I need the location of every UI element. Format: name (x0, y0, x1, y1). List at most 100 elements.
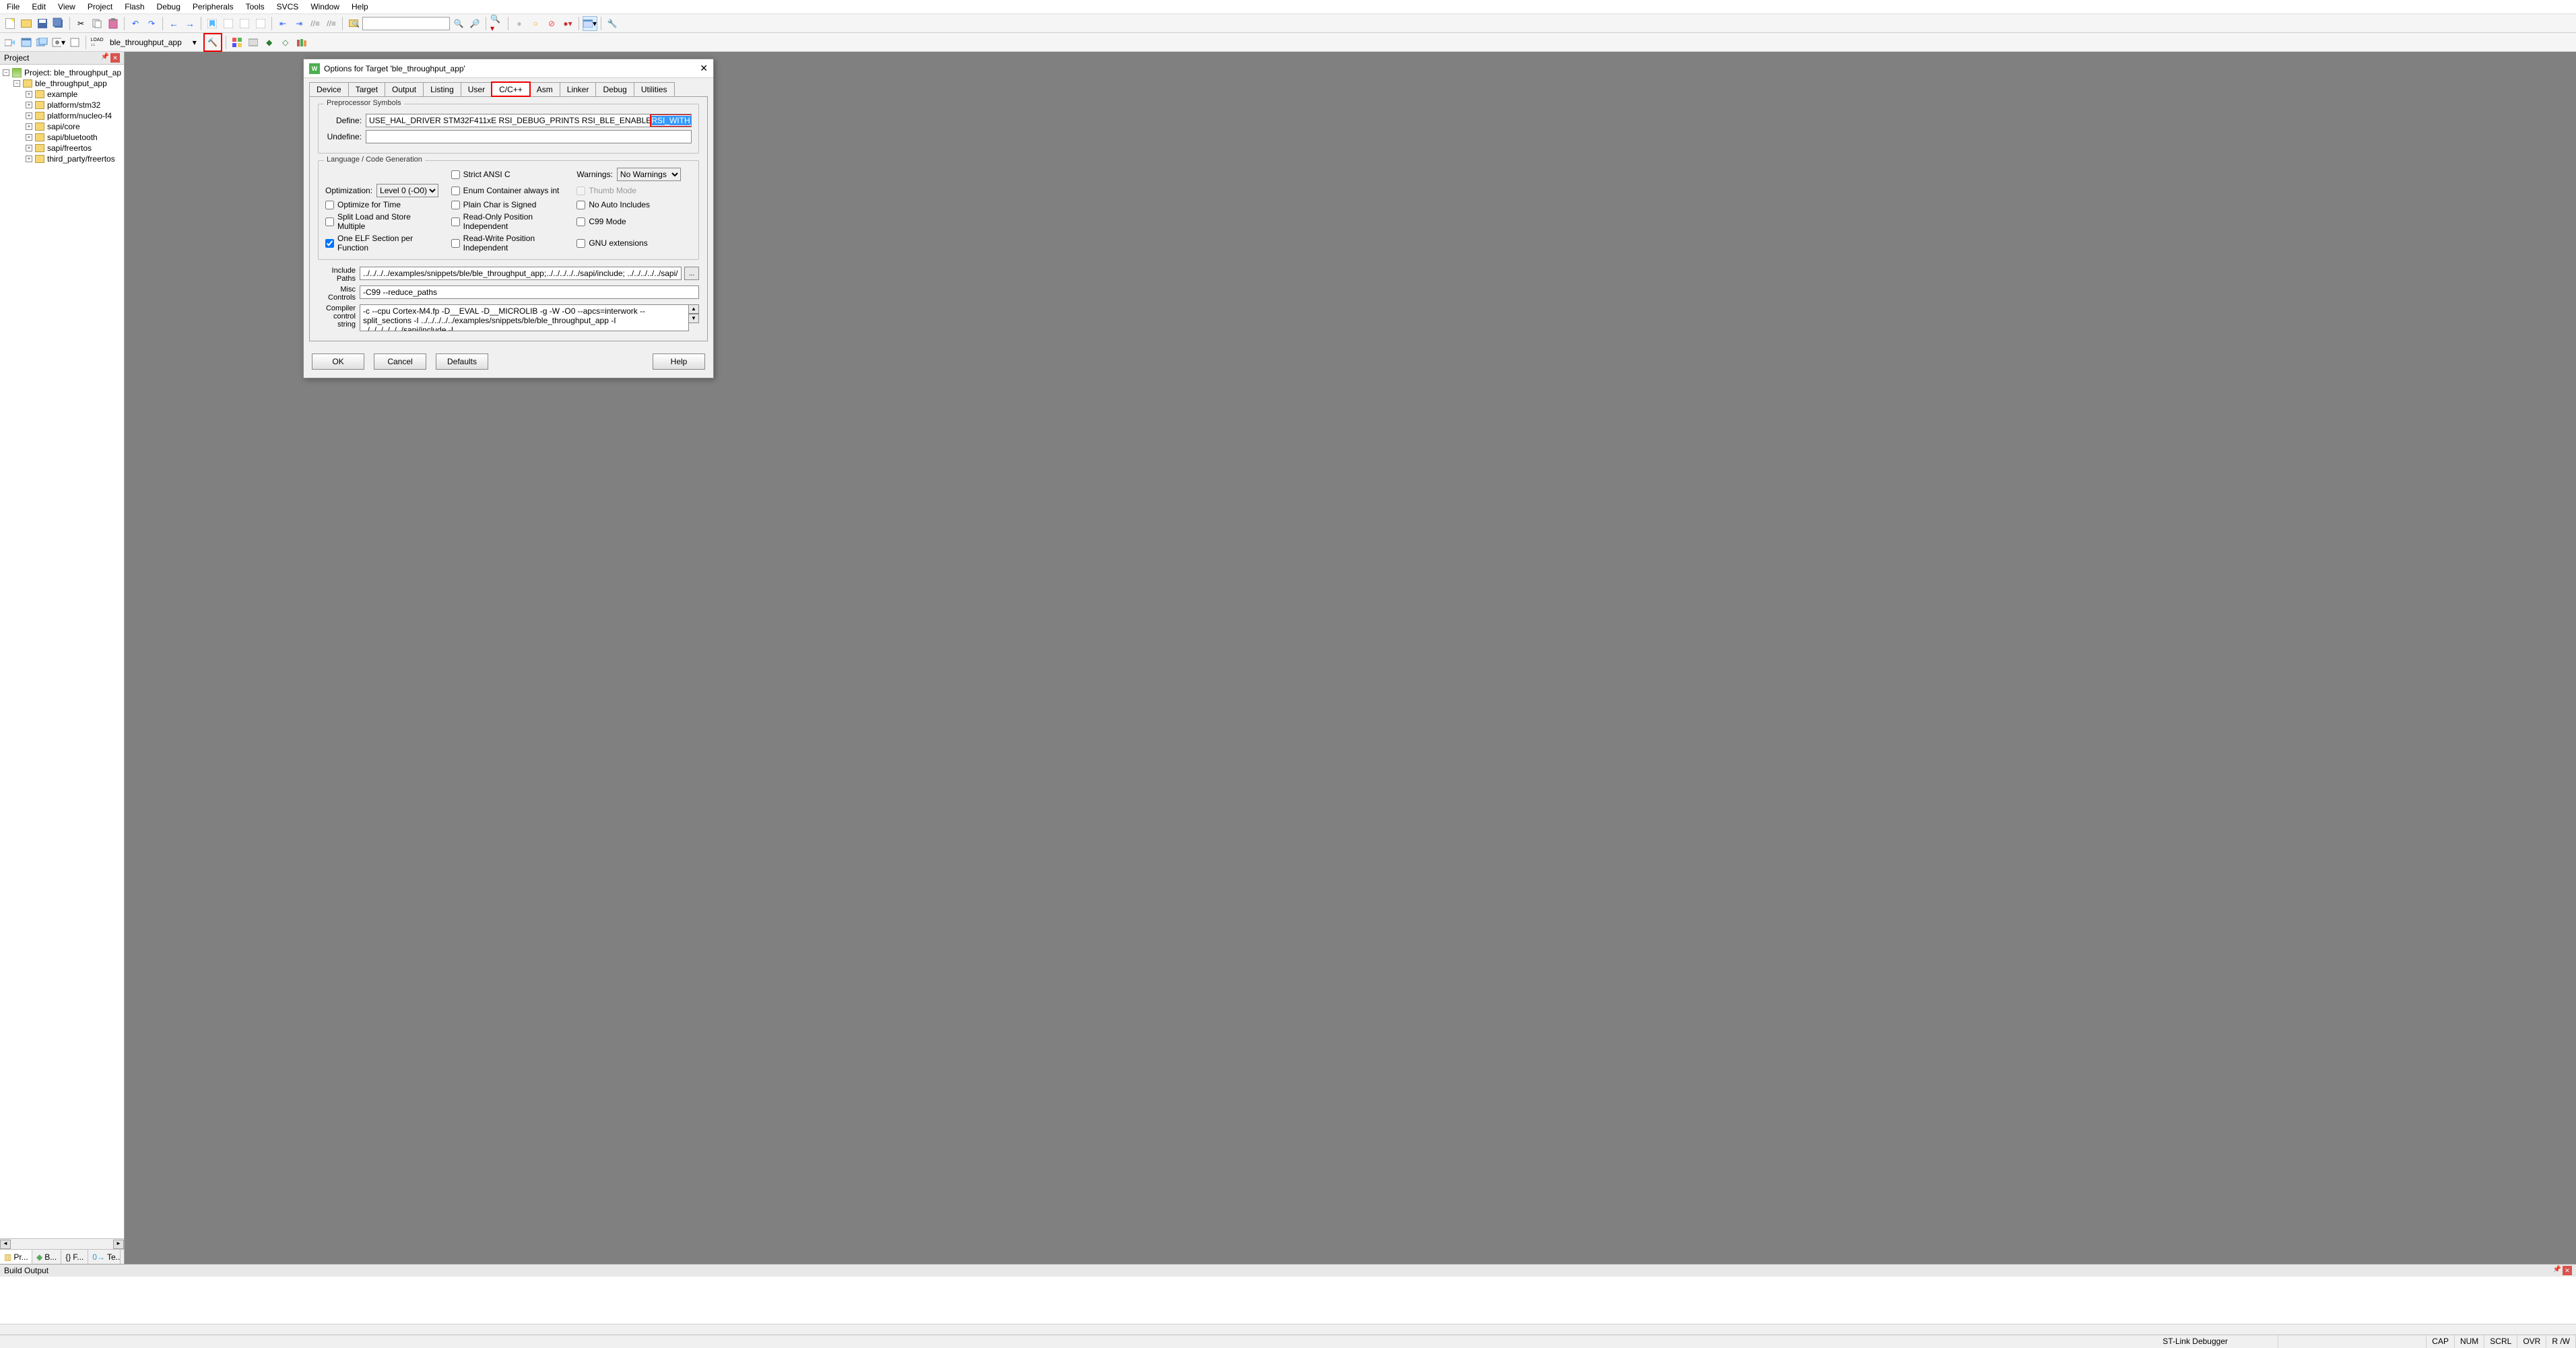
tab-project[interactable]: ▥Pr... (0, 1250, 32, 1264)
menu-project[interactable]: Project (88, 2, 112, 11)
tab-ccpp[interactable]: C/C++ (492, 82, 530, 96)
tree-folder[interactable]: +sapi/bluetooth (1, 132, 123, 143)
define-input[interactable]: USE_HAL_DRIVER STM32F411xE RSI_DEBUG_PRI… (366, 114, 692, 127)
cut-icon[interactable]: ✂ (73, 16, 88, 31)
find-icon[interactable]: 🔍 (451, 16, 466, 31)
menu-flash[interactable]: Flash (125, 2, 144, 11)
breakpoint-list-icon[interactable]: ●▾ (560, 16, 575, 31)
nav-forward-icon[interactable]: → (183, 16, 197, 31)
bookmark-next-icon[interactable] (237, 16, 252, 31)
bookmark-clear-icon[interactable] (253, 16, 268, 31)
breakpoint-kill-icon[interactable]: ⊘ (544, 16, 559, 31)
include-paths-browse-button[interactable]: ... (684, 267, 699, 280)
save-all-icon[interactable] (51, 16, 66, 31)
menu-edit[interactable]: Edit (32, 2, 46, 11)
close-panel-icon[interactable]: ✕ (2563, 1266, 2572, 1275)
plain-char-checkbox[interactable]: Plain Char is Signed (451, 200, 566, 209)
tree-hscroll[interactable]: ◄ ► (0, 1238, 124, 1249)
build-icon[interactable] (19, 35, 34, 50)
tab-user[interactable]: User (461, 82, 492, 96)
stop-build-icon[interactable] (67, 35, 82, 50)
menu-debug[interactable]: Debug (157, 2, 180, 11)
tab-asm[interactable]: Asm (529, 82, 560, 96)
tree-folder[interactable]: +platform/nucleo-f4 (1, 110, 123, 121)
tab-templates[interactable]: 0→Te... (88, 1250, 121, 1264)
redo-icon[interactable]: ↷ (144, 16, 159, 31)
save-icon[interactable] (35, 16, 50, 31)
project-tree[interactable]: −Project: ble_throughput_ap −ble_through… (0, 65, 124, 1238)
new-file-icon[interactable] (3, 16, 18, 31)
bookmark-prev-icon[interactable] (221, 16, 236, 31)
close-panel-icon[interactable]: ✕ (110, 53, 120, 63)
bookmark-toggle-icon[interactable] (205, 16, 220, 31)
scroll-down-icon[interactable]: ▼ (688, 314, 699, 323)
tab-debug[interactable]: Debug (595, 82, 634, 96)
menu-tools[interactable]: Tools (246, 2, 265, 11)
indent-right-icon[interactable]: ⇥ (292, 16, 306, 31)
books-icon[interactable] (294, 35, 309, 50)
scroll-up-icon[interactable]: ▲ (688, 304, 699, 314)
tab-output[interactable]: Output (385, 82, 424, 96)
gnu-extensions-checkbox[interactable]: GNU extensions (576, 238, 692, 248)
tab-books[interactable]: ◆B... (32, 1250, 61, 1264)
menu-peripherals[interactable]: Peripherals (193, 2, 234, 11)
pin-icon[interactable]: 📌 (2553, 1266, 2561, 1275)
misc-controls-input[interactable] (360, 285, 699, 299)
scroll-right-icon[interactable]: ► (113, 1240, 124, 1249)
copy-icon[interactable] (90, 16, 104, 31)
nav-back-icon[interactable]: ← (166, 16, 181, 31)
pin-icon[interactable]: 📌 (101, 53, 109, 63)
ok-button[interactable]: OK (312, 353, 364, 370)
tree-folder[interactable]: +sapi/freertos (1, 143, 123, 154)
menu-help[interactable]: Help (352, 2, 368, 11)
breakpoint-disable-icon[interactable]: ● (512, 16, 527, 31)
tree-folder[interactable]: +third_party/freertos (1, 154, 123, 164)
c99-mode-checkbox[interactable]: C99 Mode (576, 217, 692, 226)
help-button[interactable]: Help (653, 353, 705, 370)
dialog-close-icon[interactable]: ✕ (700, 63, 708, 74)
build-output-hscroll[interactable] (0, 1324, 2576, 1335)
menu-window[interactable]: Window (310, 2, 339, 11)
undo-icon[interactable]: ↶ (128, 16, 143, 31)
target-dropdown-icon[interactable]: ▾ (187, 35, 202, 50)
tab-utilities[interactable]: Utilities (634, 82, 675, 96)
tab-functions[interactable]: {}F... (61, 1250, 88, 1264)
configure-icon[interactable]: 🔧 (605, 16, 620, 31)
paste-icon[interactable] (106, 16, 121, 31)
comment-icon[interactable]: //≡ (308, 16, 323, 31)
manage-components-icon[interactable] (230, 35, 244, 50)
split-load-checkbox[interactable]: Split Load and Store Multiple (325, 212, 440, 231)
one-elf-checkbox[interactable]: One ELF Section per Function (325, 234, 440, 252)
menu-view[interactable]: View (58, 2, 75, 11)
target-options-icon[interactable]: 🔨 (205, 35, 220, 50)
tree-folder[interactable]: +sapi/core (1, 121, 123, 132)
window-layout-icon[interactable]: ▾ (583, 16, 597, 31)
ro-position-checkbox[interactable]: Read-Only Position Independent (451, 212, 566, 231)
find-in-files-icon[interactable]: 🔍 (346, 16, 361, 31)
tree-folder[interactable]: +example (1, 89, 123, 100)
strict-ansi-checkbox[interactable]: Strict ANSI C (451, 170, 566, 179)
dialog-titlebar[interactable]: W Options for Target 'ble_throughput_app… (304, 59, 713, 78)
menu-file[interactable]: File (7, 2, 20, 11)
menu-svcs[interactable]: SVCS (277, 2, 299, 11)
manage-rte-icon[interactable]: ◇ (278, 35, 293, 50)
pack-installer-icon[interactable]: ◆ (262, 35, 277, 50)
tree-root[interactable]: −Project: ble_throughput_ap (1, 67, 123, 78)
incremental-find-icon[interactable]: 🔎 (467, 16, 482, 31)
no-auto-includes-checkbox[interactable]: No Auto Includes (576, 200, 692, 209)
rebuild-icon[interactable] (35, 35, 50, 50)
tree-folder[interactable]: +platform/stm32 (1, 100, 123, 110)
open-file-icon[interactable] (19, 16, 34, 31)
compiler-string-scroll[interactable]: ▲▼ (688, 304, 699, 323)
tab-linker[interactable]: Linker (560, 82, 597, 96)
optimize-time-checkbox[interactable]: Optimize for Time (325, 200, 440, 209)
compiler-string-textarea[interactable]: -c --cpu Cortex-M4.fp -D__EVAL -D__MICRO… (360, 304, 689, 331)
debug-session-icon[interactable]: 🔍▾ (490, 16, 504, 31)
cancel-button[interactable]: Cancel (374, 353, 426, 370)
download-icon[interactable]: LOAD↓↓ (90, 35, 104, 50)
tab-listing[interactable]: Listing (423, 82, 461, 96)
warnings-select[interactable]: No Warnings (617, 168, 681, 181)
undefine-input[interactable] (366, 130, 692, 143)
scroll-left-icon[interactable]: ◄ (0, 1240, 11, 1249)
uncomment-icon[interactable]: //≡ (324, 16, 339, 31)
